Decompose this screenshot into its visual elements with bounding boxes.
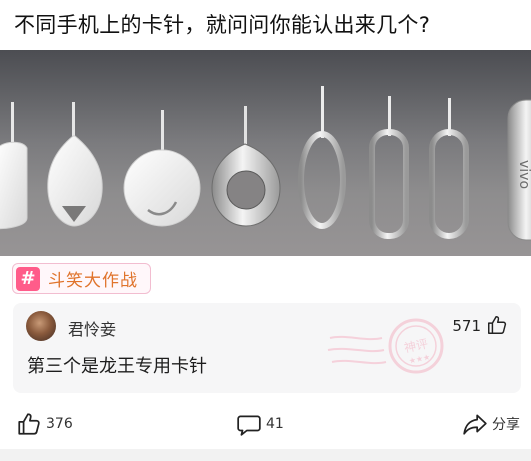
- like-button[interactable]: 376: [16, 409, 73, 439]
- comment-count: 41: [266, 416, 284, 432]
- post-title: 不同手机上的卡针，就问问你能认出来几个?: [14, 13, 431, 37]
- god-comment-stamp-icon: 神评 ★★★: [327, 318, 444, 374]
- svg-text:★★★: ★★★: [408, 352, 431, 365]
- action-bar: 376 41 分享: [0, 405, 531, 443]
- thumbs-up-icon: [18, 413, 40, 435]
- comment-button[interactable]: 41: [236, 409, 284, 439]
- topic-tag-label: 斗笑大作战: [48, 271, 138, 291]
- sim-pin-7: [429, 98, 469, 239]
- comment-like-count: 571: [452, 317, 481, 335]
- share-label: 分享: [492, 417, 520, 433]
- commenter-username[interactable]: 君怜妾: [68, 316, 116, 340]
- sim-pin-4: [211, 106, 281, 227]
- like-count: 376: [46, 416, 73, 432]
- sim-pin-2: [47, 102, 103, 227]
- share-arrow-icon: [463, 414, 487, 435]
- svg-text:vivo: vivo: [516, 160, 531, 189]
- sim-pin-6: [369, 96, 409, 239]
- comment-bubble-icon: [237, 415, 261, 436]
- divider: [0, 449, 531, 461]
- commenter-avatar[interactable]: [26, 311, 56, 341]
- topic-tag[interactable]: # 斗笑大作战: [12, 263, 151, 294]
- hash-icon: #: [16, 266, 40, 291]
- comment-text: 第三个是龙王专用卡针: [27, 356, 207, 377]
- god-comment-card[interactable]: 神评 ★★★ 君怜妾 571 第三个是龙王专用卡针: [13, 303, 521, 393]
- thumbs-up-icon[interactable]: [486, 314, 508, 336]
- sim-pin-3: [123, 110, 201, 227]
- sim-pin-5: [298, 86, 346, 229]
- share-button[interactable]: 分享: [462, 409, 520, 439]
- sim-pin-1: [0, 102, 28, 230]
- post-image[interactable]: vivo: [0, 50, 531, 256]
- sim-pin-8: vivo: [507, 99, 531, 241]
